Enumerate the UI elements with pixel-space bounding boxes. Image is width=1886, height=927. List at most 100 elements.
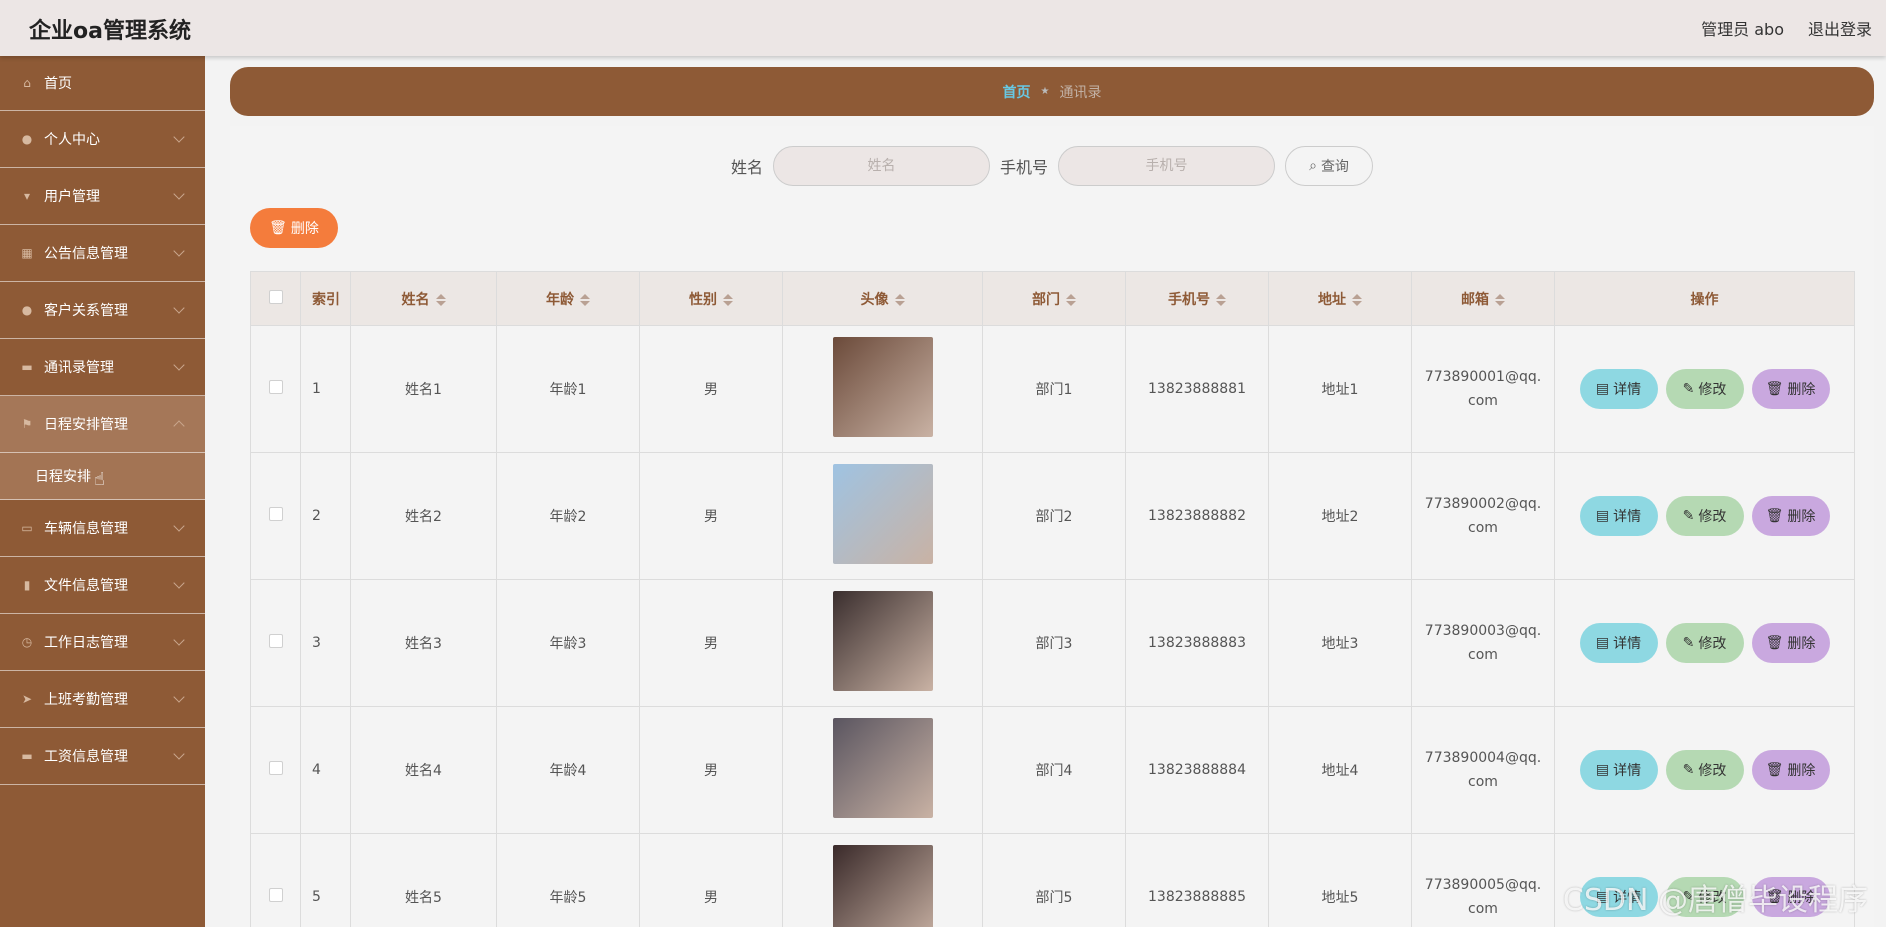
sidebar-item-label: 工资信息管理 <box>44 749 128 765</box>
chat-icon: ▭ <box>21 521 33 535</box>
chevron-down-icon <box>173 131 185 143</box>
sidebar-subitem-schedule[interactable]: 日程安排 ☝ <box>0 453 205 500</box>
sidebar-item-files[interactable]: ▮ 文件信息管理 <box>0 557 205 614</box>
cell-age: 年龄1 <box>496 325 640 453</box>
sidebar-item-label: 文件信息管理 <box>44 578 128 594</box>
col-dept-label: 部门 <box>1032 291 1060 308</box>
edit-button[interactable]: ✎ 修改 <box>1665 496 1744 536</box>
chevron-down-icon <box>173 691 185 703</box>
edit-button[interactable]: ✎ 修改 <box>1665 750 1744 790</box>
row-checkbox[interactable] <box>268 761 283 775</box>
detail-button[interactable]: ▤ 详情 <box>1579 369 1658 409</box>
sidebar-item-contacts[interactable]: ▬ 通讯录管理 <box>0 339 205 396</box>
avatar[interactable] <box>832 718 933 818</box>
sidebar-item-customers[interactable]: ● 客户关系管理 <box>0 282 205 339</box>
col-email[interactable]: 邮箱 <box>1411 271 1555 326</box>
delete-button[interactable]: 🗑 删除 <box>1751 623 1830 663</box>
row-checkbox[interactable] <box>268 507 283 521</box>
sort-icon[interactable] <box>894 293 905 306</box>
home-icon: ⌂ <box>23 76 31 90</box>
cell-email: 773890002@qq.com <box>1411 452 1555 580</box>
row-checkbox[interactable] <box>268 888 283 902</box>
cell-name: 姓名2 <box>350 452 497 580</box>
cell-address: 地址5 <box>1268 833 1412 927</box>
pencil-icon: ✎ <box>1682 635 1695 651</box>
edit-button[interactable]: ✎ 修改 <box>1665 369 1744 409</box>
cell-gender: 男 <box>639 833 783 927</box>
cell-phone: 13823888883 <box>1125 579 1269 707</box>
cell-age: 年龄5 <box>496 833 640 927</box>
sidebar-item-profile[interactable]: ● 个人中心 <box>0 111 205 168</box>
chevron-down-icon <box>173 748 185 760</box>
edit-button[interactable]: ✎ 修改 <box>1665 623 1744 663</box>
sidebar-item-notices[interactable]: ▦ 公告信息管理 <box>0 225 205 282</box>
avatar[interactable] <box>832 591 933 691</box>
contacts-table: 索引 姓名 年龄 性别 头像 部门 手机号 地址 邮箱 操作 1 姓名1 年龄1… <box>250 271 1855 927</box>
chevron-down-icon <box>173 520 185 532</box>
detail-button[interactable]: ▤ 详情 <box>1579 750 1658 790</box>
sort-icon[interactable] <box>1352 293 1362 306</box>
cell-avatar <box>782 452 983 580</box>
sidebar-item-attendance[interactable]: ➤ 上班考勤管理 <box>0 671 205 728</box>
cell-name: 姓名5 <box>350 833 497 927</box>
sidebar-item-users[interactable]: ▾ 用户管理 <box>0 168 205 225</box>
cell-address: 地址3 <box>1268 579 1412 707</box>
avatar[interactable] <box>832 845 933 927</box>
logout-button[interactable]: 退出登录 <box>1808 16 1872 40</box>
chevron-down-icon <box>173 188 185 200</box>
grid-icon: ▦ <box>21 246 33 260</box>
phone-search-input[interactable]: 手机号 <box>1058 146 1276 186</box>
col-name[interactable]: 姓名 <box>350 271 497 326</box>
chevron-down-icon <box>173 245 185 257</box>
detail-button[interactable]: ▤ 详情 <box>1579 496 1658 536</box>
card-icon: ▬ <box>21 749 33 763</box>
delete-button[interactable]: 🗑 删除 <box>1751 496 1830 536</box>
name-search-input[interactable]: 姓名 <box>773 146 990 186</box>
bulk-delete-button[interactable]: 🗑 删除 <box>250 208 338 248</box>
row-select-cell <box>250 833 301 927</box>
col-gender-label: 性别 <box>689 291 717 308</box>
avatar[interactable] <box>832 337 933 437</box>
col-dept[interactable]: 部门 <box>982 271 1126 326</box>
header-actions: 管理员 abo 退出登录 <box>1701 16 1872 40</box>
sort-icon[interactable] <box>1066 293 1076 306</box>
search-bar: 姓名 姓名 手机号 手机号 ⌕ 查询 <box>230 146 1874 186</box>
breadcrumb-home[interactable]: 首页 <box>1003 82 1031 102</box>
sidebar-item-vehicles[interactable]: ▭ 车辆信息管理 <box>0 500 205 557</box>
sidebar-item-salary[interactable]: ▬ 工资信息管理 <box>0 728 205 785</box>
row-checkbox[interactable] <box>268 634 283 648</box>
sidebar-item-worklog[interactable]: ◷ 工作日志管理 <box>0 614 205 671</box>
delete-button[interactable]: 🗑 删除 <box>1751 750 1830 790</box>
flag-icon: ⚑ <box>21 417 33 431</box>
col-age[interactable]: 年龄 <box>496 271 640 326</box>
cell-index: 2 <box>300 452 351 580</box>
sort-icon[interactable] <box>435 293 446 306</box>
avatar[interactable] <box>832 464 933 564</box>
cell-avatar <box>782 833 983 927</box>
sort-icon[interactable] <box>580 293 590 306</box>
col-age-label: 年龄 <box>546 291 574 308</box>
sort-icon[interactable] <box>1495 293 1505 306</box>
delete-button[interactable]: 🗑 删除 <box>1751 369 1830 409</box>
col-actions: 操作 <box>1554 271 1855 326</box>
clock-icon: ◷ <box>21 635 33 649</box>
col-gender[interactable]: 性别 <box>639 271 783 326</box>
sort-icon[interactable] <box>723 293 733 306</box>
col-address[interactable]: 地址 <box>1268 271 1412 326</box>
sidebar-item-label: 用户管理 <box>44 189 100 205</box>
row-checkbox[interactable] <box>268 380 283 394</box>
app-title: 企业oa管理系统 <box>29 19 191 44</box>
sidebar-item-home[interactable]: ⌂ 首页 <box>0 56 205 111</box>
pencil-icon: ✎ <box>1682 381 1695 397</box>
col-name-label: 姓名 <box>401 291 430 308</box>
col-avatar[interactable]: 头像 <box>782 271 983 326</box>
col-phone[interactable]: 手机号 <box>1125 271 1269 326</box>
select-all-checkbox[interactable] <box>268 289 283 304</box>
sidebar-item-schedule[interactable]: ⚑ 日程安排管理 <box>0 396 205 453</box>
breadcrumb: 首页 ★ 通讯录 <box>230 67 1874 116</box>
edit-label: 修改 <box>1698 763 1727 779</box>
sidebar-item-label: 个人中心 <box>44 132 100 148</box>
search-button[interactable]: ⌕ 查询 <box>1285 146 1374 186</box>
sort-icon[interactable] <box>1216 293 1226 306</box>
detail-button[interactable]: ▤ 详情 <box>1579 623 1658 663</box>
